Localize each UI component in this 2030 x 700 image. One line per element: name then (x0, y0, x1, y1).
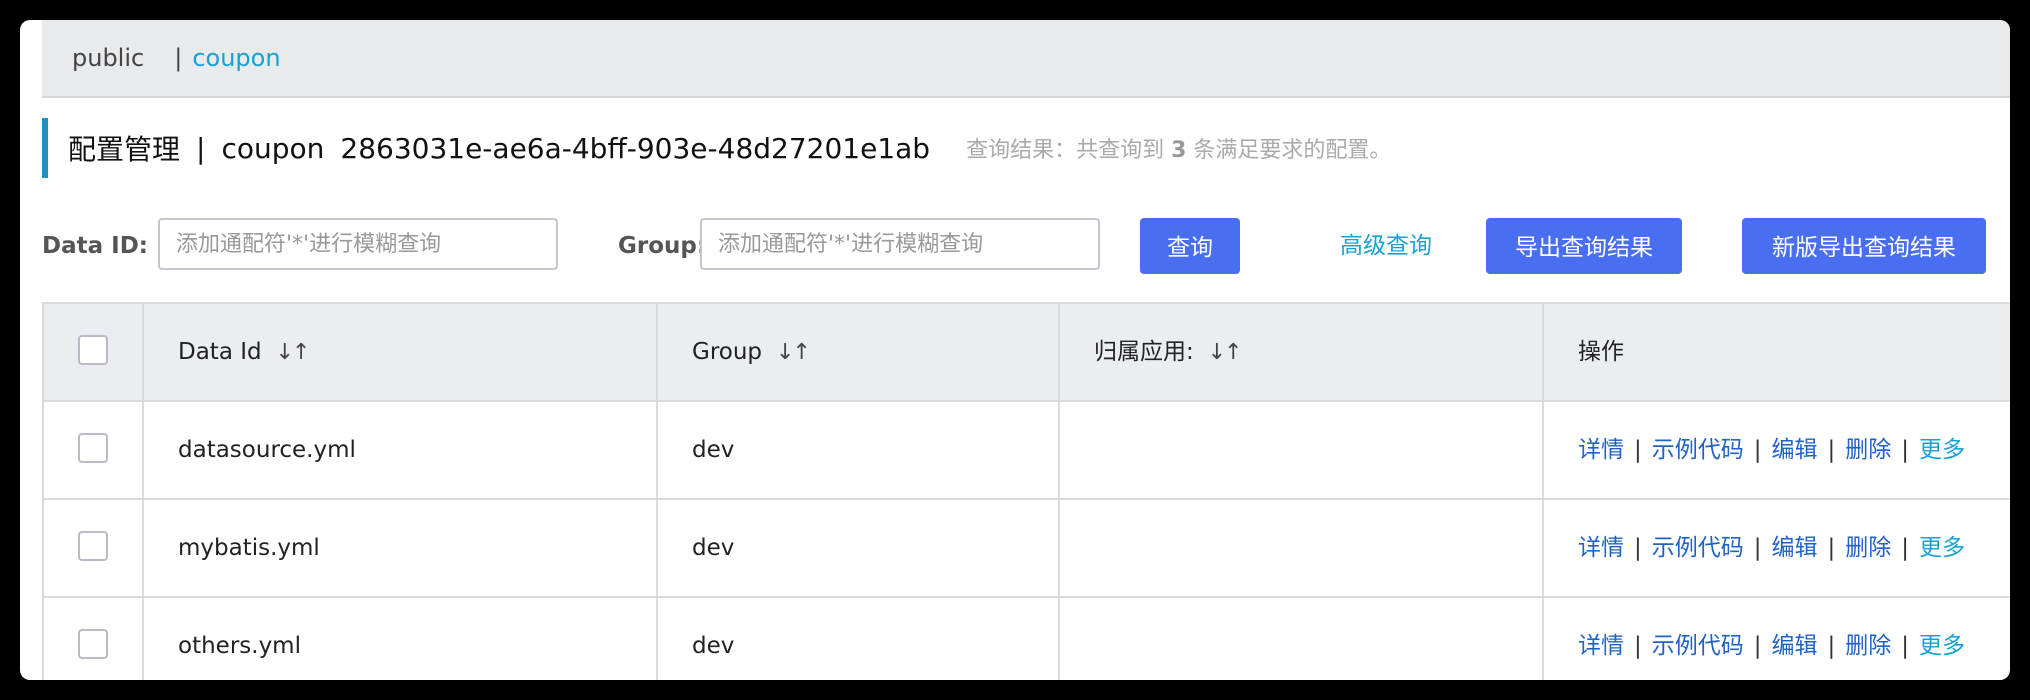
row-data-id: mybatis.yml (142, 500, 656, 596)
sample-code-link[interactable]: 示例代码 (1652, 633, 1744, 659)
row-data-id: datasource.yml (142, 402, 656, 498)
row-group: dev (656, 598, 1058, 680)
row-select-cell (42, 598, 142, 680)
ops-separator: | (1901, 437, 1909, 463)
export-results-button[interactable]: 导出查询结果 (1486, 218, 1682, 274)
sort-icon[interactable]: ↓↑ (1208, 340, 1243, 365)
sample-code-link[interactable]: 示例代码 (1652, 437, 1744, 463)
ops-separator: | (1901, 535, 1909, 561)
edit-link[interactable]: 编辑 (1772, 535, 1818, 561)
more-link[interactable]: 更多 (1919, 437, 1965, 463)
config-table: Data Id ↓↑ Group ↓↑ 归属应用: ↓↑ 操作 datasource.… (42, 302, 2010, 680)
table-row: others.yml dev 详情 | 示例代码 | 编辑 | 删除 | 更多 (42, 598, 2010, 680)
row-data-id: others.yml (142, 598, 656, 680)
row-select-cell (42, 500, 142, 596)
ops-separator: | (1634, 535, 1642, 561)
row-group: dev (656, 402, 1058, 498)
ops-separator: | (1753, 437, 1762, 463)
data-id-label: Data ID: (42, 233, 148, 259)
row-checkbox[interactable] (78, 433, 108, 463)
page-title: 配置管理 | coupon 2863031e-ae6a-4bff-903e-48… (42, 118, 1391, 178)
table-header-row: Data Id ↓↑ Group ↓↑ 归属应用: ↓↑ 操作 (42, 304, 2010, 402)
row-app (1058, 500, 1542, 596)
header-app[interactable]: 归属应用: ↓↑ (1058, 304, 1542, 400)
header-data-id[interactable]: Data Id ↓↑ (142, 304, 656, 400)
header-group-label: Group (692, 339, 763, 365)
group-input[interactable] (700, 218, 1100, 270)
new-export-results-button[interactable]: 新版导出查询结果 (1742, 218, 1986, 274)
ops-separator: | (1753, 535, 1762, 561)
detail-link[interactable]: 详情 (1578, 535, 1624, 561)
table-row: mybatis.yml dev 详情 | 示例代码 | 编辑 | 删除 | 更多 (42, 500, 2010, 598)
detail-link[interactable]: 详情 (1578, 633, 1624, 659)
app-window: public | coupon 配置管理 | coupon 2863031e-a… (20, 20, 2010, 680)
delete-link[interactable]: 删除 (1845, 437, 1891, 463)
header-ops: 操作 (1542, 304, 2010, 400)
namespace-bar: public | coupon (42, 20, 2010, 98)
edit-link[interactable]: 编辑 (1772, 633, 1818, 659)
query-result-suffix: 条满足要求的配置。 (1193, 138, 1392, 163)
row-app (1058, 598, 1542, 680)
page-title-namespace: coupon (221, 131, 325, 165)
header-ops-label: 操作 (1578, 339, 1624, 365)
page-title-main: 配置管理 (68, 133, 181, 166)
row-ops: 详情 | 示例代码 | 编辑 | 删除 | 更多 (1542, 402, 2010, 498)
delete-link[interactable]: 删除 (1845, 633, 1891, 659)
select-all-checkbox[interactable] (78, 335, 108, 365)
sample-code-link[interactable]: 示例代码 (1652, 535, 1744, 561)
edit-link[interactable]: 编辑 (1772, 437, 1818, 463)
row-ops: 详情 | 示例代码 | 编辑 | 删除 | 更多 (1542, 598, 2010, 680)
sort-icon[interactable]: ↓↑ (776, 340, 811, 365)
ops-separator: | (1634, 437, 1642, 463)
ops-separator: | (1753, 633, 1762, 659)
delete-link[interactable]: 删除 (1845, 535, 1891, 561)
header-group[interactable]: Group ↓↑ (656, 304, 1058, 400)
row-group: dev (656, 500, 1058, 596)
ops-separator: | (1827, 633, 1836, 659)
row-checkbox[interactable] (78, 531, 108, 561)
query-result-prefix: 查询结果：共查询到 (966, 138, 1165, 163)
detail-link[interactable]: 详情 (1578, 437, 1624, 463)
more-link[interactable]: 更多 (1919, 633, 1965, 659)
ops-separator: | (1901, 633, 1909, 659)
ops-separator: | (1634, 633, 1642, 659)
group-label: Group: (618, 233, 707, 259)
page-title-namespace-id: 2863031e-ae6a-4bff-903e-48d27201e1ab (340, 131, 931, 165)
advanced-query-link[interactable]: 高级查询 (1340, 218, 1432, 274)
row-checkbox[interactable] (78, 629, 108, 659)
data-id-input[interactable] (158, 218, 558, 270)
search-bar: Data ID: Group: 查询 高级查询 导出查询结果 新版导出查询结果 (42, 218, 2010, 274)
more-link[interactable]: 更多 (1919, 535, 1965, 561)
query-result-count: 3 (1171, 138, 1187, 163)
header-data-id-label: Data Id (178, 339, 262, 365)
query-result-summary: 查询结果：共查询到 3 条满足要求的配置。 (966, 132, 1391, 164)
sort-icon[interactable]: ↓↑ (276, 340, 311, 365)
row-app (1058, 402, 1542, 498)
query-button[interactable]: 查询 (1140, 218, 1240, 274)
ops-separator: | (1827, 535, 1836, 561)
namespace-separator: | (174, 44, 183, 72)
namespace-public[interactable]: public (72, 44, 144, 72)
ops-separator: | (1827, 437, 1836, 463)
page-title-separator: | (196, 131, 206, 165)
select-all-cell (42, 304, 142, 400)
table-row: datasource.yml dev 详情 | 示例代码 | 编辑 | 删除 | 更多 (42, 402, 2010, 500)
row-select-cell (42, 402, 142, 498)
namespace-coupon[interactable]: coupon (192, 44, 280, 72)
header-app-label: 归属应用: (1094, 339, 1194, 365)
row-ops: 详情 | 示例代码 | 编辑 | 删除 | 更多 (1542, 500, 2010, 596)
